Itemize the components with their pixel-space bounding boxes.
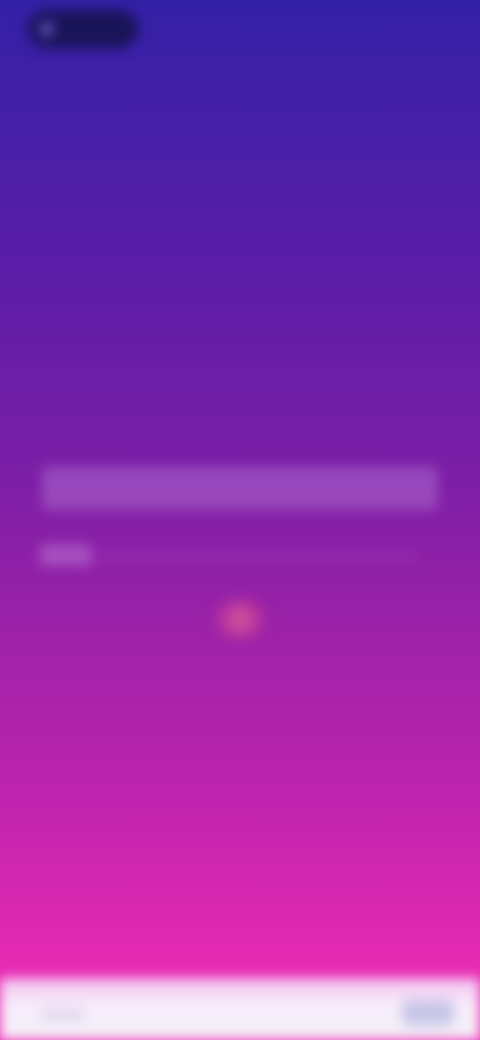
loading-orb-icon — [212, 598, 268, 640]
bottom-left-label — [40, 1008, 86, 1022]
blurred-content-layer — [0, 0, 480, 1040]
bottom-right-button[interactable] — [402, 1000, 454, 1026]
blurred-screen: { "screen": { "state": "blurred", "gradi… — [0, 0, 480, 1040]
bottom-bar — [0, 978, 480, 1040]
blurred-small-label — [40, 544, 92, 566]
status-dot-icon — [40, 22, 54, 36]
blurred-hint-line — [100, 556, 420, 560]
blurred-input-field[interactable] — [42, 466, 438, 510]
top-status-pill[interactable] — [28, 10, 138, 48]
